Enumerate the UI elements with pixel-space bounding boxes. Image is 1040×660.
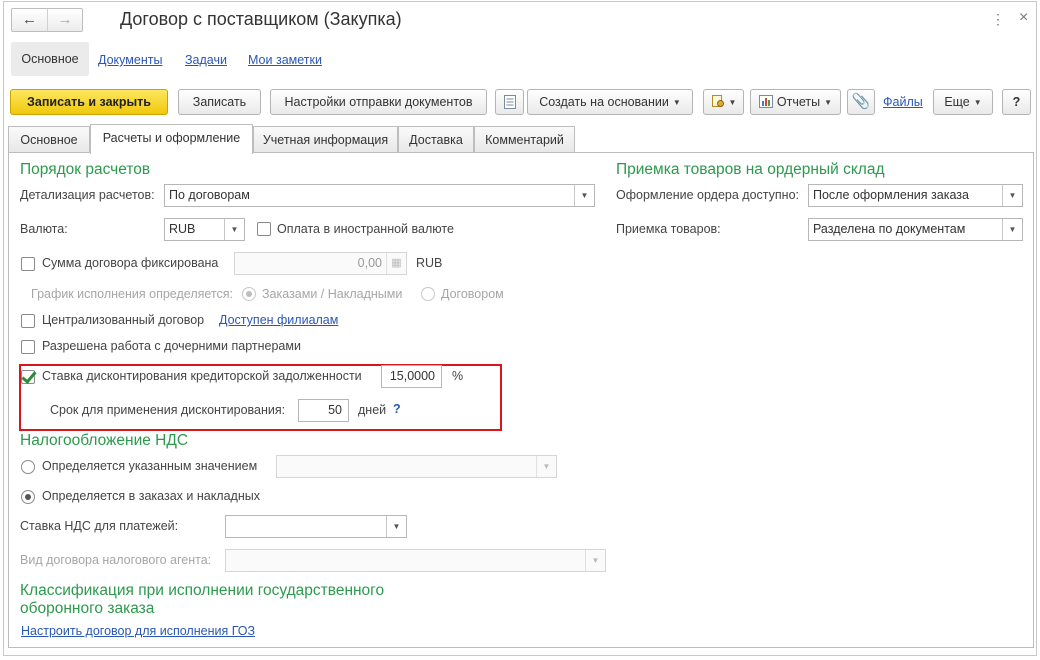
tab-delivery[interactable]: Доставка (398, 126, 474, 153)
fixed-sum-label: Сумма договора фиксирована (42, 256, 219, 270)
discount-term-input[interactable]: 50 (298, 399, 349, 422)
discount-term-label: Срок для применения дисконтирования: (50, 403, 286, 417)
document-window: ← → Договор с поставщиком (Закупка) ⋮ × О… (3, 1, 1037, 656)
vat-orders-radio[interactable] (21, 490, 35, 504)
document-list-icon (503, 95, 516, 109)
settlement-detail-select[interactable]: По договорам ▼ (164, 184, 595, 207)
more-vertical-icon[interactable]: ⋮ (991, 11, 1005, 28)
subsidiaries-checkbox[interactable] (21, 340, 35, 354)
chevron-down-icon[interactable]: ▼ (574, 185, 594, 206)
chevron-down-icon[interactable]: ▼ (224, 219, 244, 240)
goz-setup-link[interactable]: Настроить договор для исполнения ГОЗ (21, 624, 255, 638)
discount-label: Ставка дисконтирования кредиторской задо… (42, 369, 362, 383)
receipt-value: Разделена по документам (813, 222, 966, 236)
create-based-on-label: Создать на основании (539, 95, 669, 109)
discount-rate-input[interactable]: 15,0000 (381, 365, 442, 388)
calculator-icon[interactable]: ▦ (386, 253, 406, 274)
section-notes-link[interactable]: Мои заметки (248, 53, 322, 67)
vat-payment-rate-label: Ставка НДС для платежей: (20, 519, 179, 533)
paperclip-icon: 📎 (851, 93, 871, 110)
centralized-checkbox[interactable] (21, 314, 35, 328)
section-tasks-link[interactable]: Задачи (185, 53, 227, 67)
branches-link[interactable]: Доступен филиалам (219, 313, 338, 327)
currency-select[interactable]: RUB ▼ (164, 218, 245, 241)
vat-payment-rate-select[interactable]: ▼ (225, 515, 407, 538)
tax-agent-select[interactable]: ▼ (225, 549, 606, 572)
subsidiaries-label: Разрешена работа с дочерними партнерами (42, 339, 301, 353)
chevron-down-icon: ▼ (973, 97, 982, 107)
vat-fixed-radio[interactable] (21, 460, 35, 474)
window-title: Договор с поставщиком (Закупка) (120, 9, 402, 29)
goz-section-title-line2: оборонного заказа (20, 600, 155, 617)
close-icon[interactable]: × (1019, 9, 1028, 27)
files-link[interactable]: Файлы (883, 95, 923, 109)
chevron-down-icon[interactable]: ▼ (585, 550, 605, 571)
vat-orders-label: Определяется в заказах и накладных (42, 489, 260, 503)
discount-term-unit: дней (358, 403, 387, 417)
chevron-down-icon: ▼ (824, 97, 833, 107)
currency-label: Валюта: (20, 222, 68, 236)
history-nav: ← → (11, 8, 83, 32)
more-actions-button[interactable]: Еще ▼ (933, 89, 993, 115)
report-chart-icon (758, 94, 773, 108)
section-documents-link[interactable]: Документы (98, 53, 162, 67)
fixed-sum-input[interactable]: 0,00 ▦ (234, 252, 407, 275)
centralized-label: Централизованный договор (42, 313, 205, 327)
warehouse-section-title: Приемка товаров на ордерный склад (616, 161, 885, 178)
receipt-select[interactable]: Разделена по документам ▼ (808, 218, 1023, 241)
back-arrow-icon[interactable]: ← (12, 9, 47, 31)
chevron-down-icon[interactable]: ▼ (1002, 185, 1022, 206)
fixed-sum-value: 0,00 (357, 256, 382, 270)
settlement-detail-value: По договорам (169, 188, 250, 202)
goz-section-title-line1: Классификация при исполнении государстве… (20, 582, 385, 599)
fixed-sum-currency: RUB (416, 256, 443, 270)
foreign-currency-checkbox[interactable] (257, 222, 271, 236)
reports-label: Отчеты (776, 95, 821, 109)
chevron-down-icon: ▼ (672, 97, 681, 107)
more-actions-label: Еще (944, 95, 970, 109)
tab-comment[interactable]: Комментарий (474, 126, 575, 153)
generate-menu-button[interactable]: ▼ (703, 89, 744, 115)
settlement-detail-label: Детализация расчетов: (20, 188, 155, 202)
help-question-icon[interactable]: ? (393, 402, 401, 416)
forward-arrow-icon[interactable]: → (47, 9, 82, 31)
help-button[interactable]: ? (1002, 89, 1031, 115)
order-value: После оформления заказа (813, 188, 969, 202)
save-and-close-button[interactable]: Записать и закрыть (10, 89, 168, 115)
reports-button[interactable]: Отчеты ▼ (750, 89, 841, 115)
schedule-contract-radio[interactable] (421, 287, 435, 301)
print-list-button[interactable] (495, 89, 524, 115)
schedule-orders-label: Заказами / Накладными (262, 287, 403, 301)
section-main[interactable]: Основное (11, 42, 89, 76)
tax-agent-label: Вид договора налогового агента: (20, 553, 212, 567)
order-select[interactable]: После оформления заказа ▼ (808, 184, 1023, 207)
send-settings-button[interactable]: Настройки отправки документов (270, 89, 487, 115)
fixed-sum-checkbox[interactable] (21, 257, 35, 271)
settlement-section-title: Порядок расчетов (20, 161, 151, 178)
discount-unit: % (452, 369, 464, 383)
create-based-on-button[interactable]: Создать на основании ▼ (527, 89, 693, 115)
tab-main[interactable]: Основное (8, 126, 90, 153)
schedule-label: График исполнения определяется: (31, 287, 233, 301)
vat-section-title: Налогообложение НДС (20, 432, 189, 449)
receipt-label: Приемка товаров: (616, 222, 721, 236)
schedule-contract-label: Договором (441, 287, 504, 301)
order-label: Оформление ордера доступно: (616, 188, 800, 202)
chevron-down-icon: ▼ (728, 97, 737, 107)
vat-fixed-select[interactable]: ▼ (276, 455, 557, 478)
foreign-currency-label: Оплата в иностранной валюте (277, 222, 454, 236)
attach-button[interactable]: 📎 (847, 89, 875, 115)
chevron-down-icon[interactable]: ▼ (536, 456, 556, 477)
chevron-down-icon[interactable]: ▼ (386, 516, 406, 537)
tab-accounting[interactable]: Учетная информация (253, 126, 398, 153)
chevron-down-icon[interactable]: ▼ (1002, 219, 1022, 240)
tab-settlements[interactable]: Расчеты и оформление (90, 124, 253, 154)
save-button[interactable]: Записать (178, 89, 261, 115)
discount-checkbox[interactable] (21, 370, 35, 384)
document-gear-icon (711, 95, 724, 108)
currency-value: RUB (169, 222, 196, 236)
vat-fixed-label: Определяется указанным значением (42, 459, 258, 473)
schedule-orders-radio[interactable] (242, 287, 256, 301)
